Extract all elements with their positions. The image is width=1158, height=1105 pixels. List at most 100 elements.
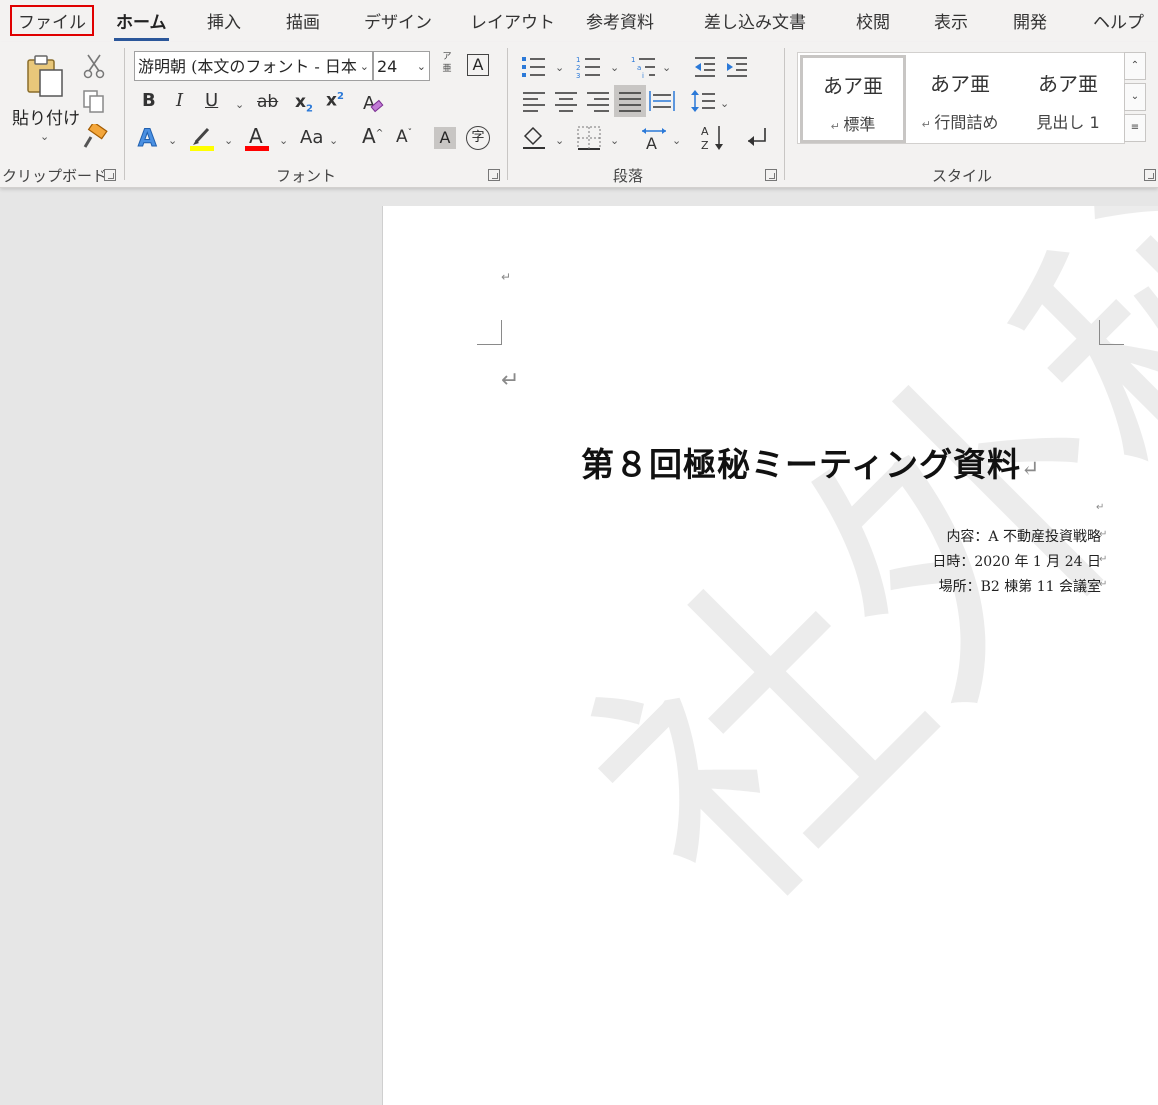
paragraph-dialog-launcher-icon[interactable] — [765, 169, 777, 181]
furigana-button[interactable]: ア 亜 — [438, 51, 456, 81]
align-left-icon[interactable] — [522, 90, 546, 112]
chevron-down-icon[interactable]: ⌄ — [417, 52, 426, 80]
highlighter-icon — [193, 127, 210, 145]
chevron-down-icon[interactable]: ⌄ — [720, 97, 729, 110]
document-page[interactable]: 社外秘 ↵ ↵ 第８回極秘ミーティング資料↵ ↵ 内容：A 不動産投資戦略 日時… — [382, 206, 1158, 1105]
tab-layout[interactable]: レイアウト — [470, 8, 555, 33]
group-divider — [507, 48, 508, 180]
numbering-icon[interactable]: 123 — [576, 54, 602, 78]
bullets-icon[interactable] — [521, 54, 547, 78]
superscript-button[interactable]: x2 — [326, 92, 344, 110]
tab-view[interactable]: 表示 — [934, 8, 968, 33]
format-painter-icon[interactable] — [82, 124, 108, 150]
tab-draw[interactable]: 描画 — [286, 8, 320, 33]
chevron-down-icon[interactable]: ⌄ — [555, 61, 564, 74]
highlight-color-button[interactable] — [190, 126, 214, 152]
show-formatting-marks-icon[interactable] — [743, 125, 769, 151]
style-heading-1[interactable]: あア亜 見出し 1 — [1014, 53, 1122, 143]
font-color-icon: A — [249, 124, 263, 148]
italic-button[interactable]: I — [176, 92, 183, 110]
chevron-down-icon[interactable]: ⌄ — [555, 134, 564, 147]
character-shading-icon: A — [439, 128, 451, 147]
chevron-down-icon[interactable]: ⌄ — [235, 98, 244, 111]
shrink-font-icon: A — [396, 127, 408, 147]
enclose-characters-button[interactable]: 字 — [466, 126, 490, 150]
paragraph-mark-icon: ↵ — [501, 270, 512, 284]
clipboard-dialog-launcher-icon[interactable] — [104, 169, 116, 181]
grow-font-icon: A — [362, 124, 376, 148]
shrink-font-button[interactable]: Aˇ — [396, 129, 412, 146]
copy-icon[interactable] — [82, 89, 106, 115]
borders-icon[interactable] — [576, 125, 602, 151]
justify-button[interactable] — [614, 85, 646, 117]
font-dialog-launcher-icon[interactable] — [488, 169, 500, 181]
svg-text:3: 3 — [576, 72, 580, 78]
clear-formatting-icon[interactable]: A — [361, 90, 387, 116]
paragraph-mark-icon: ↵ — [501, 368, 520, 393]
character-border-icon: A — [472, 55, 484, 74]
style-no-spacing[interactable]: あア亜 ↵ 行間詰め — [906, 53, 1014, 143]
align-right-icon[interactable] — [586, 90, 610, 112]
chevron-down-icon[interactable]: ⌄ — [662, 61, 671, 74]
chevron-down-icon[interactable]: ⌄ — [168, 134, 177, 147]
asian-layout-icon[interactable]: A — [640, 125, 668, 151]
increase-indent-icon[interactable] — [725, 55, 749, 77]
style-normal[interactable]: あア亜 ↵ 標準 — [800, 55, 906, 143]
tab-review[interactable]: 校閲 — [856, 8, 890, 33]
styles-gallery: あア亜 ↵ 標準 あア亜 ↵ 行間詰め あア亜 見出し 1 — [797, 52, 1125, 144]
svg-text:i: i — [642, 72, 644, 78]
chevron-down-icon[interactable]: ⌄ — [40, 130, 49, 143]
tab-developer[interactable]: 開発 — [1013, 8, 1047, 33]
tab-mailings[interactable]: 差し込み文書 — [704, 8, 806, 33]
chevron-down-icon[interactable]: ⌄ — [224, 134, 233, 147]
change-case-button[interactable]: Aa — [300, 129, 323, 147]
sort-icon[interactable]: AZ — [700, 123, 728, 151]
svg-text:a: a — [637, 64, 641, 72]
chevron-down-icon[interactable]: ⌄ — [610, 134, 619, 147]
cut-icon[interactable] — [83, 53, 105, 79]
font-color-button[interactable]: A — [245, 124, 269, 152]
style-name: ↵ 標準 — [830, 115, 876, 134]
multilevel-list-icon[interactable]: 1ai — [631, 54, 657, 78]
gallery-more-icon[interactable]: ≡ — [1124, 114, 1146, 142]
strikethrough-button[interactable]: ab — [257, 94, 278, 111]
tab-home[interactable]: ホーム — [114, 8, 168, 41]
chevron-down-icon[interactable]: ⌄ — [360, 52, 369, 80]
shading-icon[interactable] — [521, 124, 547, 150]
paste-icon — [27, 55, 63, 97]
gallery-scroll-up-icon[interactable]: ⌃ — [1124, 52, 1146, 80]
document-title: 第８回極秘ミーティング資料↵ — [581, 445, 1041, 484]
font-size-value: 24 — [377, 57, 398, 76]
underline-button[interactable]: U — [205, 92, 218, 110]
text-effects-button[interactable]: A — [138, 126, 158, 151]
character-shading-button[interactable]: A — [434, 127, 456, 149]
tab-help[interactable]: ヘルプ — [1093, 8, 1144, 33]
font-size-combo[interactable]: 24 ⌄ — [373, 51, 430, 81]
superscript-mark: 2 — [336, 91, 344, 102]
decrease-indent-icon[interactable] — [693, 55, 717, 77]
grow-font-button[interactable]: A^ — [362, 126, 383, 146]
furigana-top: ア — [442, 52, 452, 62]
info-location: 場所：B2 棟第 11 会議室 — [938, 579, 1101, 595]
tab-references[interactable]: 参考資料 — [586, 8, 654, 33]
gallery-scroll-down-icon[interactable]: ⌄ — [1124, 83, 1146, 111]
chevron-down-icon[interactable]: ⌄ — [672, 134, 681, 147]
font-name-value: 游明朝 (本文のフォント - 日本 — [138, 57, 357, 76]
font-name-combo[interactable]: 游明朝 (本文のフォント - 日本 ⌄ — [134, 51, 373, 81]
line-spacing-icon[interactable] — [690, 89, 716, 113]
ribbon-tab-bar: ファイル ホーム 挿入 描画 デザイン レイアウト 参考資料 差し込み文書 校閲… — [0, 0, 1158, 42]
chevron-down-icon[interactable]: ⌄ — [329, 134, 338, 147]
svg-text:A: A — [701, 125, 709, 138]
styles-dialog-launcher-icon[interactable] — [1144, 169, 1156, 181]
bold-button[interactable]: B — [142, 92, 156, 110]
chevron-down-icon[interactable]: ⌄ — [279, 134, 288, 147]
tab-insert[interactable]: 挿入 — [207, 8, 241, 33]
subscript-button[interactable]: x2 — [295, 94, 313, 114]
character-border-button[interactable]: A — [467, 54, 489, 76]
paste-button[interactable]: 貼り付け ⌄ — [10, 52, 80, 152]
distributed-icon[interactable] — [649, 90, 675, 112]
align-center-icon[interactable] — [554, 90, 578, 112]
tab-file[interactable]: ファイル — [10, 5, 94, 36]
chevron-down-icon[interactable]: ⌄ — [610, 61, 619, 74]
tab-design[interactable]: デザイン — [364, 8, 432, 33]
